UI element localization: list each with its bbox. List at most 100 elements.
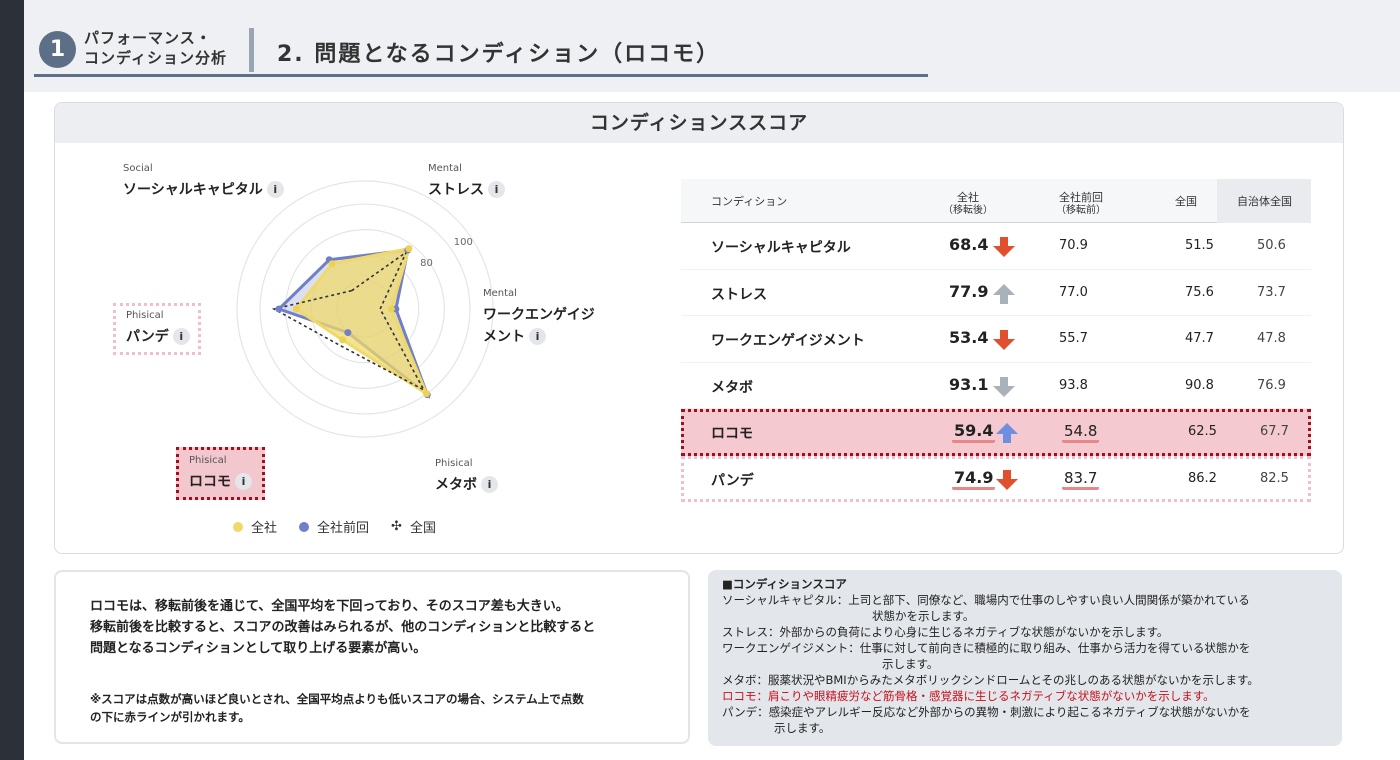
table-row: ロコモ 59.4 54.8 62.5 67.7 (681, 409, 1311, 456)
definition-line: パンデ：感染症やアレルギー反応など外部からの異物・刺激により起こるネガティブな状… (722, 705, 1251, 719)
trend-arrow-icon (996, 423, 1018, 443)
th-industry: 自治体全国 (1237, 195, 1292, 208)
row-condition-name: メタボ (711, 379, 753, 396)
info-icon[interactable]: i (266, 181, 284, 198)
axis-name: ソーシャルキャピタル (123, 182, 263, 198)
radar-point-company (292, 305, 300, 313)
row-prev-score: 77.0 (1059, 285, 1088, 300)
table-header: コンディション 全社 （移転後） 全社前回 （移転前） 全国 自治体全国 (681, 179, 1311, 223)
legend-label: 全社 (251, 521, 278, 536)
row-prev-score: 54.8 (1062, 422, 1100, 443)
row-prev-score: 93.8 (1059, 378, 1088, 393)
condition-score-card: コンディションススコア 80 100 Social ソーシャルキャピタル i Men… (54, 102, 1344, 554)
footnote-line: ※スコアは点数が高いほど良いとされ、全国平均点よりも低いスコアの場合、システム上… (90, 692, 584, 706)
th-company: 全社 （移転後） (933, 191, 1003, 217)
row-condition-name: パンデ (711, 472, 754, 489)
th-prev-label: 全社前回 (1059, 191, 1103, 204)
row-prev-score: 83.7 (1062, 468, 1100, 490)
legend-item-company[interactable]: 全社 (233, 517, 277, 536)
trend-arrow-icon (996, 469, 1018, 490)
row-company-score: 59.4 (952, 421, 996, 443)
note-line: 移転前後を比較すると、スコアの改善はみられるが、他のコンディションと比較すると (90, 620, 596, 635)
axis-name: ロコモ (189, 474, 231, 490)
info-icon[interactable]: i (488, 181, 505, 198)
row-national-score: 75.6 (1185, 284, 1214, 300)
score-value: 74.9 (952, 467, 996, 490)
row-national-score: 47.7 (1185, 331, 1214, 346)
left-edge-bar (0, 0, 24, 760)
radar-tick-label: 80 (420, 258, 433, 269)
th-company-sub: （移転後） (943, 205, 993, 216)
info-icon[interactable]: i (529, 328, 546, 345)
info-icon[interactable]: i (235, 473, 252, 490)
note-line: 問題となるコンディションとして取り上げる要素が高い。 (90, 641, 427, 656)
score-value: 59.4 (952, 421, 996, 443)
table-row: ストレス 77.9 77.0 75.6 73.7 (681, 270, 1311, 316)
info-icon[interactable]: i (481, 476, 498, 493)
table-row: ワークエンゲイジメント 53.4 55.7 47.7 47.8 (681, 316, 1311, 363)
axis-category: Mental (483, 288, 517, 299)
axis-label-locomo: Phisical ロコモ i (176, 447, 265, 500)
legend-cross-icon: ✣ (391, 519, 402, 534)
definition-line: 示します。 (774, 721, 831, 735)
radar-point-company (405, 245, 413, 253)
prev-value: 77.0 (1059, 284, 1088, 300)
legend-item-national[interactable]: ✣ 全国 (391, 517, 436, 536)
row-condition-name: ロコモ (711, 426, 753, 442)
row-national-score: 62.5 (1188, 424, 1217, 439)
th-prev-sub: （移転前） (1056, 205, 1106, 216)
definition-line: ストレス：外部からの負荷により心身に生じるネガティブな状態がないかを示します。 (722, 625, 1169, 639)
row-condition-name: ソーシャルキャピタル (711, 240, 851, 256)
condition-score-table: コンディション 全社 （移転後） 全社前回 （移転前） 全国 自治体全国 ソーシ… (681, 179, 1311, 502)
axis-name: メタボ (435, 477, 477, 493)
radar-point-company (422, 390, 430, 398)
trend-arrow-icon (993, 237, 1015, 257)
row-industry-score: 47.8 (1257, 331, 1286, 346)
table-row: ソーシャルキャピタル 68.4 70.9 51.5 50.6 (681, 223, 1311, 270)
row-national-score: 86.2 (1188, 470, 1217, 486)
axis-label-social: Social ソーシャルキャピタル i (123, 163, 284, 199)
row-national-score: 51.5 (1185, 238, 1214, 253)
score-value: 93.1 (949, 374, 989, 394)
info-icon[interactable]: i (172, 328, 190, 345)
page-title: 2. 問題となるコンディション（ロコモ） (277, 42, 721, 67)
axis-category: Mental (428, 163, 462, 174)
trend-arrow-icon (993, 330, 1015, 350)
legend-label: 全社前回 (317, 521, 370, 536)
legend-swatch (233, 521, 243, 532)
th-national: 全国 (1175, 195, 1197, 208)
prev-value: 83.7 (1062, 468, 1100, 490)
axis-label-pande: Phisical パンデ i (113, 303, 201, 355)
radar-point-company (387, 305, 395, 313)
row-prev-score: 55.7 (1059, 331, 1088, 346)
th-condition: コンディション (711, 195, 788, 208)
step-number-badge: 1 (39, 31, 76, 68)
axis-label-metabo: Phisical メタボ i (435, 458, 498, 494)
analysis-note-box: ロコモは、移転前後を通じて、全国平均を下回っており、そのスコア差も大きい。 移転… (54, 570, 690, 744)
score-value: 68.4 (949, 235, 989, 254)
axis-category: Social (123, 163, 153, 174)
axis-name: ストレス (428, 182, 484, 198)
row-industry-score: 76.9 (1257, 377, 1286, 393)
radar-point-company (339, 336, 347, 344)
legend-swatch (299, 521, 310, 532)
axis-name-line1: ワークエンゲイジ (483, 307, 595, 323)
table-row: パンデ 74.9 83.7 86.2 82.5 (681, 455, 1311, 502)
row-prev-score: 70.9 (1059, 238, 1088, 253)
trend-arrow-icon (993, 283, 1015, 304)
row-industry-score: 73.7 (1257, 284, 1286, 300)
legend-label: 全国 (409, 521, 436, 536)
legend-item-prev[interactable]: 全社前回 (299, 517, 369, 536)
definition-line: ソーシャルキャピタル：上司と部下、同僚など、職場内で仕事のしやすい良い人間関係が… (722, 593, 1250, 607)
definition-line: 示します。 (882, 657, 939, 671)
footnote-line: の下に赤ラインが引かれます。 (90, 710, 250, 724)
step-label-line2: コンディション分析 (84, 49, 227, 67)
th-prev: 全社前回 （移転前） (1041, 191, 1121, 217)
score-card-title: コンディションススコア (55, 103, 1343, 143)
row-company-score: 53.4 (949, 328, 988, 347)
row-industry-score: 50.6 (1257, 238, 1286, 253)
title-divider (249, 28, 254, 72)
axis-label-work-engagement: Mental ワークエンゲイジ メント i (483, 288, 595, 346)
radar-point-prev (344, 329, 352, 337)
score-value: 77.9 (949, 281, 989, 301)
